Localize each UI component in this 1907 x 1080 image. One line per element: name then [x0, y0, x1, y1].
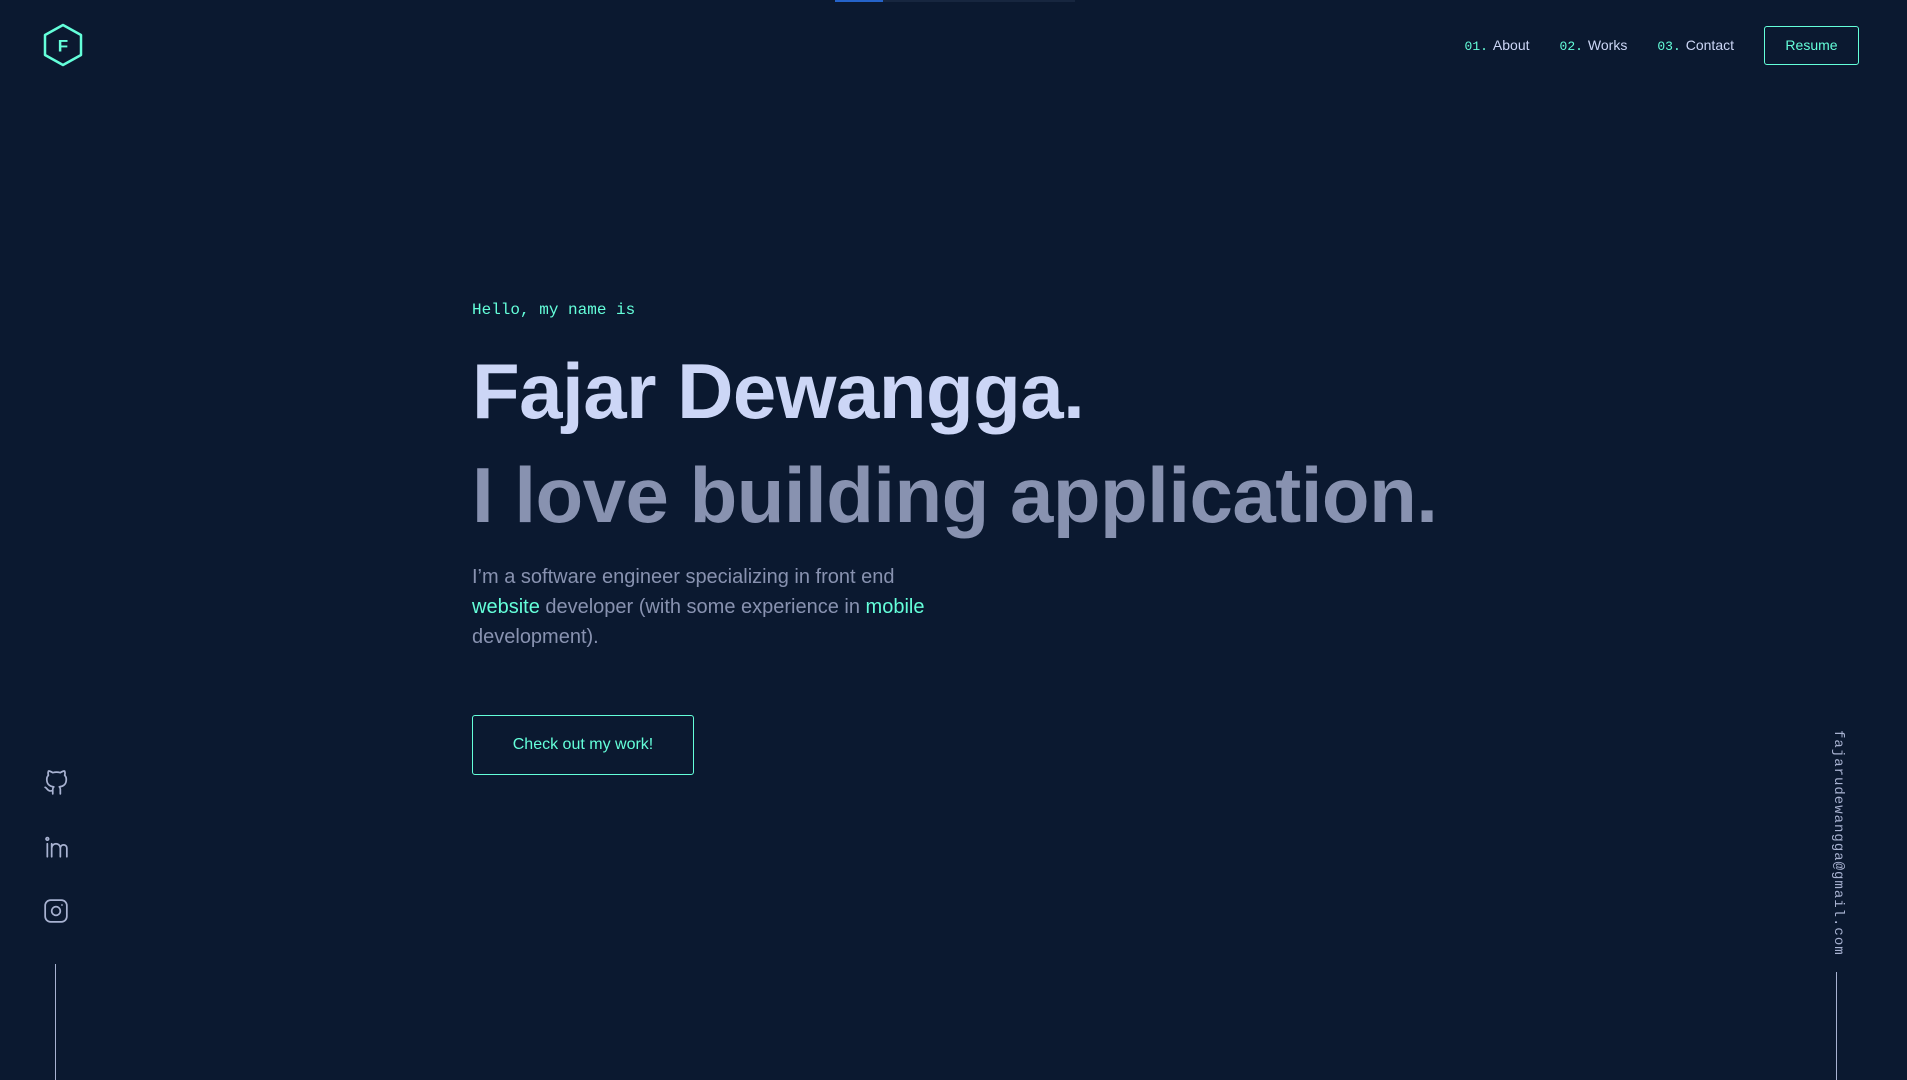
hero-tagline: I love building application.: [472, 451, 1438, 539]
hexagon-logo-icon: F: [43, 23, 83, 67]
github-icon: [44, 770, 68, 795]
bio-highlight-mobile: mobile: [865, 596, 925, 618]
nav-number: 03.: [1657, 38, 1681, 54]
nav-label: Works: [1587, 36, 1628, 53]
resume-button[interactable]: Resume: [1764, 25, 1859, 65]
instagram-icon: [44, 899, 68, 923]
left-divider-line: [55, 964, 56, 1080]
linkedin-icon: [45, 836, 68, 858]
hero-bio: I’m a software engineer specializing in …: [472, 562, 942, 652]
github-link[interactable]: [43, 770, 69, 796]
main-nav: 01. About 02. Works 03. Contact Resume: [1465, 25, 1859, 65]
right-divider-line: [1836, 972, 1837, 1080]
page-load-progress-fill: [835, 0, 883, 2]
nav-item-about[interactable]: 01. About: [1465, 37, 1530, 54]
instagram-link[interactable]: [43, 898, 69, 924]
nav-number: 01.: [1464, 38, 1488, 54]
social-links: [43, 770, 69, 962]
nav-label: About: [1492, 36, 1530, 53]
linkedin-link[interactable]: [43, 834, 69, 860]
site-logo[interactable]: F: [42, 23, 84, 67]
hero-greeting: Hello, my name is: [472, 301, 636, 319]
bio-text: developer (with some experience in: [539, 596, 866, 618]
portfolio-page: F 01. About 02. Works 03. Contact Resume…: [0, 0, 1907, 1080]
check-out-work-button[interactable]: Check out my work!: [472, 715, 694, 775]
page-load-progress: [835, 0, 1075, 2]
bio-text: I’m a software engineer specializing in …: [472, 566, 895, 588]
nav-number: 02.: [1559, 38, 1583, 54]
hero-section: Hello, my name is Fajar Dewangga. I love…: [472, 300, 1472, 775]
bio-highlight-website: website: [472, 596, 540, 618]
email-link[interactable]: fajarudewangga@gmail.com: [1822, 730, 1846, 956]
nav-item-works[interactable]: 02. Works: [1560, 37, 1628, 54]
nav-label: Contact: [1685, 36, 1734, 53]
nav-item-contact[interactable]: 03. Contact: [1657, 37, 1734, 54]
logo-letter: F: [58, 37, 68, 56]
bio-text: development).: [472, 626, 599, 648]
hero-name: Fajar Dewangga.: [472, 347, 1085, 435]
